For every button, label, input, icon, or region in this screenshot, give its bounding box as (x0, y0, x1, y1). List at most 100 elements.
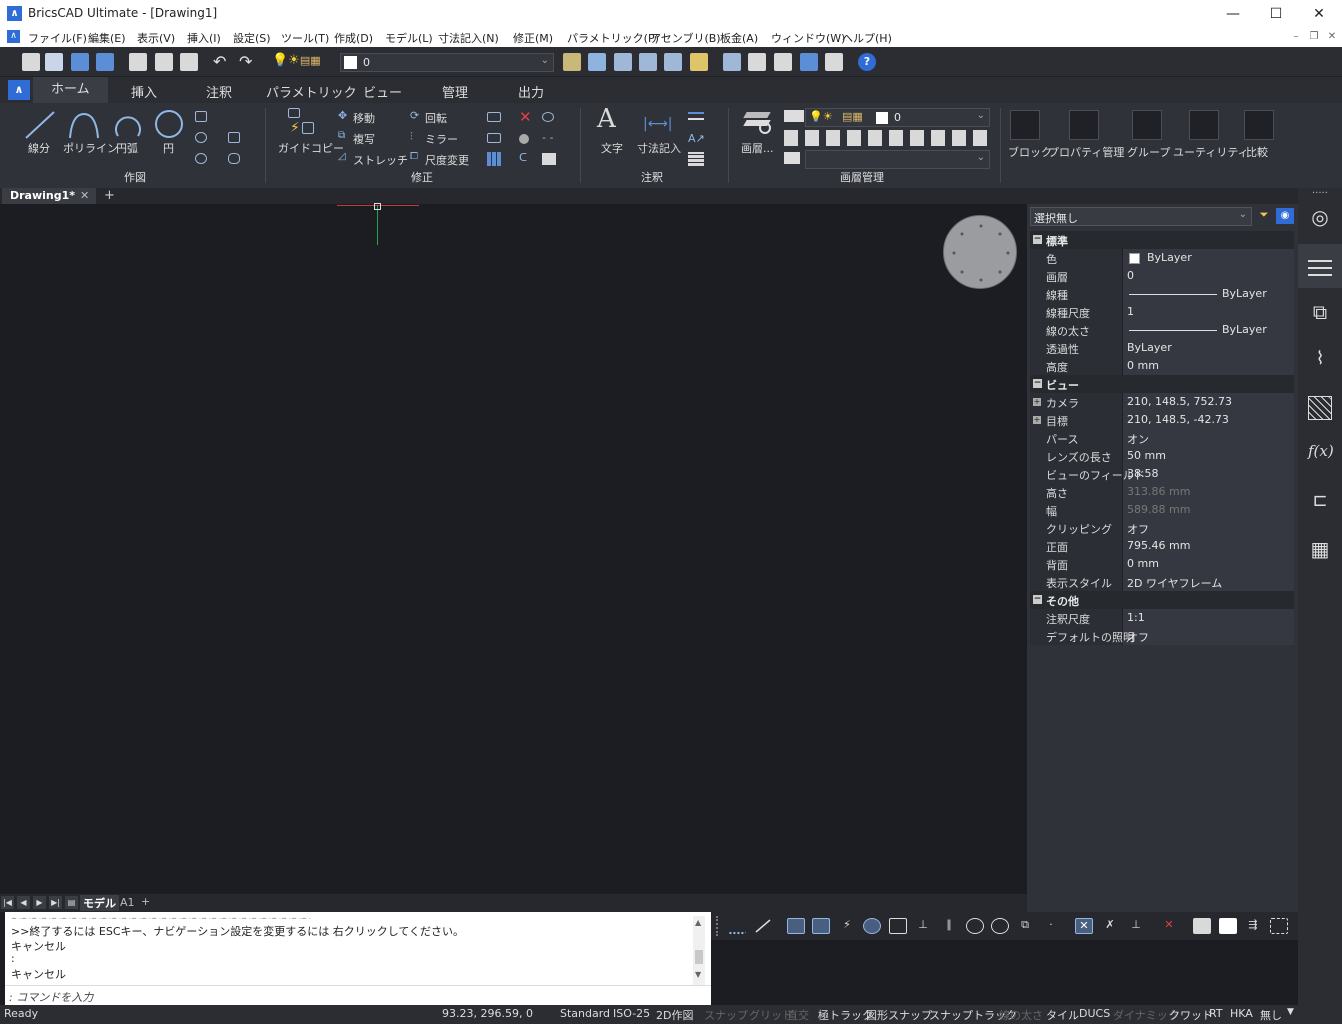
menu-model[interactable]: モデル(L) (385, 30, 433, 46)
copy-icon[interactable]: ⧉ (338, 130, 345, 141)
mirror-label[interactable]: ミラー (425, 131, 458, 147)
status-dim-style[interactable]: ISO-25 (613, 1007, 650, 1020)
drawing-canvas[interactable] (0, 204, 1027, 894)
tab-model[interactable]: モデル (80, 895, 119, 911)
circle-icon[interactable] (153, 108, 185, 142)
snap-extension-icon[interactable]: ⚡ (838, 918, 856, 934)
trim-icon[interactable] (487, 112, 501, 122)
property-manager-label[interactable]: プロパティ管理 (1048, 144, 1124, 160)
menu-file[interactable]: ファイル(F) (28, 30, 87, 46)
circle-button-label[interactable]: 円 (163, 140, 174, 156)
status-ortho[interactable]: 直交 (787, 1007, 809, 1023)
first-layout-icon[interactable]: |◀ (1, 896, 14, 909)
expand-icon[interactable]: + (1033, 398, 1041, 406)
status-tile[interactable]: タイル (1046, 1007, 1079, 1023)
property-row[interactable]: レンズの長さ 50 mm (1030, 447, 1294, 465)
open-file-icon[interactable] (45, 53, 63, 71)
close-button[interactable]: ✕ (1299, 3, 1339, 25)
hatch-panel-icon[interactable] (1308, 396, 1332, 420)
collapse-icon[interactable]: − (1033, 595, 1042, 604)
property-row[interactable]: 色 ByLayer (1030, 249, 1294, 267)
tab-manage[interactable]: 管理 (442, 82, 468, 101)
snap-center-icon[interactable] (863, 918, 881, 934)
chamfer-icon[interactable] (487, 133, 501, 143)
tab-home[interactable]: ホーム (33, 77, 108, 103)
block-label[interactable]: ブロック (1008, 144, 1052, 160)
status-ducs[interactable]: DUCS (1079, 1007, 1110, 1020)
status-rt[interactable]: RT (1209, 1007, 1223, 1020)
property-row[interactable]: 注釈尺度 1:1 (1030, 609, 1294, 627)
tool-icon-2[interactable] (639, 53, 657, 71)
application-menu-button[interactable]: ∧ (8, 80, 30, 100)
lightbulb-icon[interactable]: ◎ (1308, 205, 1332, 229)
mdi-restore-button[interactable]: ❐ (1306, 30, 1322, 44)
property-row[interactable]: ビューのフィールド 38.58 (1030, 465, 1294, 483)
prev-layout-icon[interactable]: ◀ (17, 896, 30, 909)
property-row[interactable]: 表示スタイル 2D ワイヤフレーム (1030, 573, 1294, 591)
status-text-style[interactable]: Standard (560, 1007, 610, 1020)
settings-gear-icon[interactable] (774, 53, 792, 71)
expand-icon[interactable]: + (1033, 416, 1041, 424)
maximize-button[interactable]: ☐ (1256, 3, 1296, 25)
grid-panel-icon[interactable]: ▦ (1308, 537, 1332, 561)
mdi-minimize-button[interactable]: – (1288, 30, 1304, 44)
scale-icon[interactable]: ⧠ (410, 151, 418, 162)
menu-parametric[interactable]: パラメトリック(P) (567, 30, 659, 46)
guide-copy-label[interactable]: ガイドコピー (278, 140, 344, 156)
menu-tools[interactable]: ツール(T) (281, 30, 329, 46)
snap-line-icon[interactable] (754, 918, 772, 934)
match-properties-icon[interactable] (563, 53, 581, 71)
property-row[interactable]: + 目標 210, 148.5, -42.73 (1030, 411, 1294, 429)
sidebar-more-icon[interactable]: ····· (1312, 188, 1328, 199)
image-icon[interactable] (825, 53, 843, 71)
last-layout-icon[interactable]: ▶| (49, 896, 62, 909)
menu-help[interactable]: ヘルプ(H) (842, 30, 892, 46)
collapse-icon[interactable]: − (1033, 379, 1042, 388)
text-icon[interactable]: A (597, 104, 616, 134)
property-row[interactable]: 背面 0 mm (1030, 555, 1294, 573)
collapse-icon[interactable]: − (1033, 235, 1042, 244)
tab-insert[interactable]: 挿入 (131, 82, 157, 101)
snap-intersection-icon[interactable] (812, 918, 830, 934)
status-polar[interactable]: 極トラック (818, 1007, 873, 1023)
move-label[interactable]: 移動 (353, 110, 375, 126)
layer-tools-row[interactable] (784, 130, 992, 146)
layer-state-icon[interactable] (784, 110, 804, 122)
compare-label[interactable]: 比較 (1246, 144, 1268, 160)
next-layout-icon[interactable]: ▶ (33, 896, 46, 909)
arc-icon[interactable] (112, 108, 144, 142)
arc-button-label[interactable]: 円弧 (116, 140, 138, 156)
menu-settings[interactable]: 設定(S) (233, 30, 271, 46)
rotate-icon[interactable]: ⟳ (410, 109, 419, 122)
property-manager-icon[interactable] (1069, 110, 1099, 140)
status-snap[interactable]: スナップ (704, 1007, 748, 1023)
compare-icon[interactable] (1244, 110, 1274, 140)
layer-explorer-icon[interactable] (743, 108, 775, 138)
plot-icon[interactable] (155, 53, 173, 71)
toggle-pickadd-icon[interactable]: ◉ (1276, 208, 1294, 224)
property-section-header[interactable]: − 標準 (1030, 231, 1294, 249)
menu-edit[interactable]: 編集(E) (88, 30, 126, 46)
erase-icon[interactable]: ✕ (519, 108, 532, 126)
copy-label[interactable]: 複写 (353, 131, 375, 147)
rectangle-icon[interactable] (195, 111, 207, 122)
property-row[interactable]: パース オン (1030, 429, 1294, 447)
menu-logo-icon[interactable]: ∧ (7, 30, 20, 43)
add-layout-icon[interactable]: + (141, 895, 150, 908)
menu-assembly[interactable]: アセンブリ(B) (650, 30, 721, 46)
print-icon[interactable] (180, 53, 198, 71)
line-icon[interactable] (22, 108, 58, 142)
snap-3d-icon[interactable]: ⊥ (1127, 918, 1145, 934)
menu-dimension[interactable]: 寸法記入(N) (438, 30, 499, 46)
quick-select-filter-icon[interactable]: ⏷ (1256, 208, 1272, 224)
pick-icon[interactable] (588, 53, 606, 71)
layout-list-icon[interactable]: ▤ (65, 896, 78, 909)
polyline-icon[interactable] (66, 108, 102, 142)
explode-icon[interactable] (519, 134, 529, 144)
minimize-button[interactable]: — (1213, 3, 1253, 25)
snap-tool-icon-3[interactable]: ⇶ (1244, 918, 1262, 934)
menu-view[interactable]: 表示(V) (137, 30, 175, 46)
utility-label[interactable]: ユーティリティ (1173, 144, 1249, 160)
property-row[interactable]: 高度 0 mm (1030, 357, 1294, 375)
dimension-icon[interactable]: |⟷| (643, 116, 673, 132)
